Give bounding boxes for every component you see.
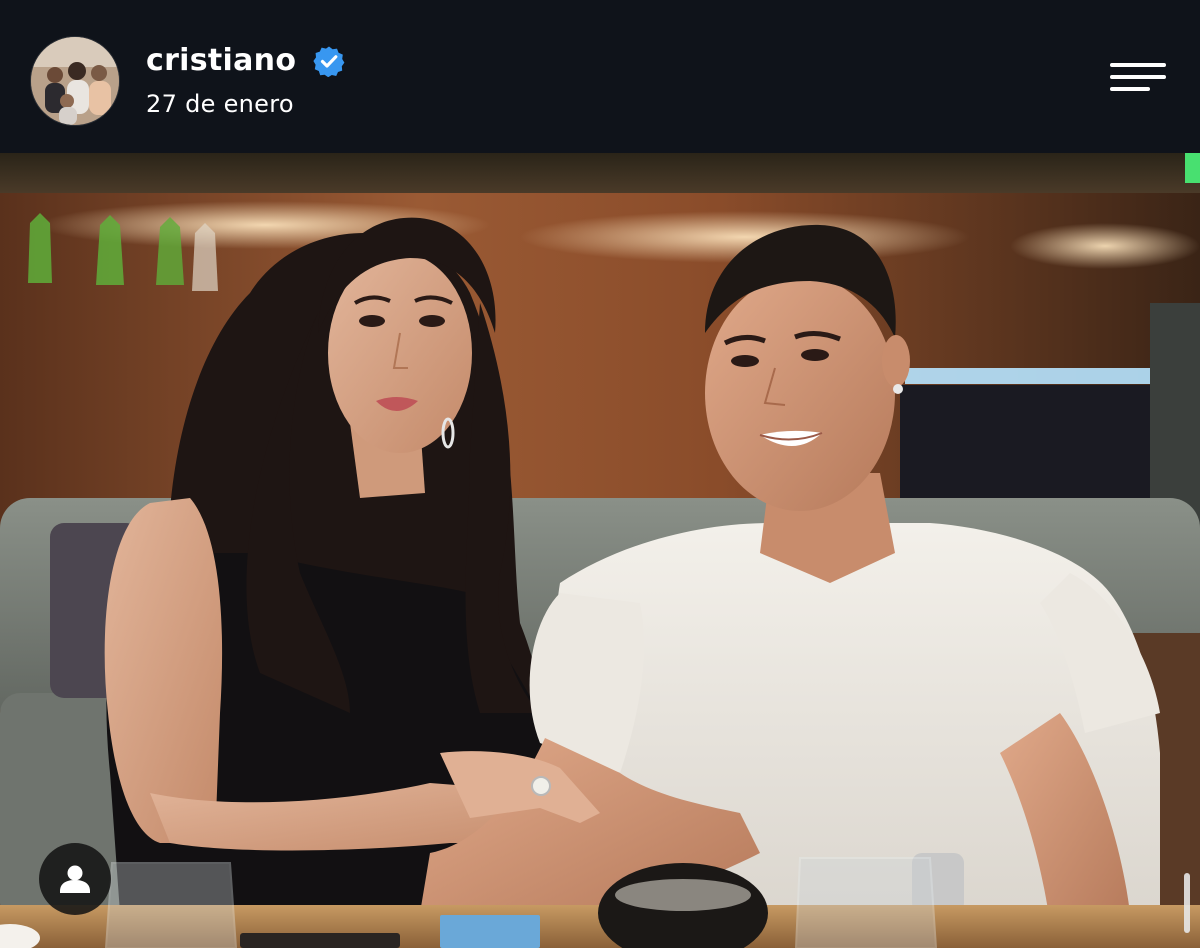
post-photo[interactable] [0,153,1200,948]
menu-button[interactable] [1106,57,1170,99]
post-date: 27 de enero [146,90,294,118]
profile-avatar[interactable] [30,36,120,126]
post-header: cristiano 27 de enero [0,0,1200,153]
avatar-image [31,37,119,125]
instagram-post-view: cristiano 27 de enero [0,0,1200,948]
tagged-users-button[interactable] [39,843,111,915]
verified-badge-icon [313,46,345,77]
hamburger-menu-icon [1110,63,1166,67]
user-tag-icon [60,865,90,893]
username-link[interactable]: cristiano [146,42,296,80]
photo-couple-restaurant [0,153,1200,948]
